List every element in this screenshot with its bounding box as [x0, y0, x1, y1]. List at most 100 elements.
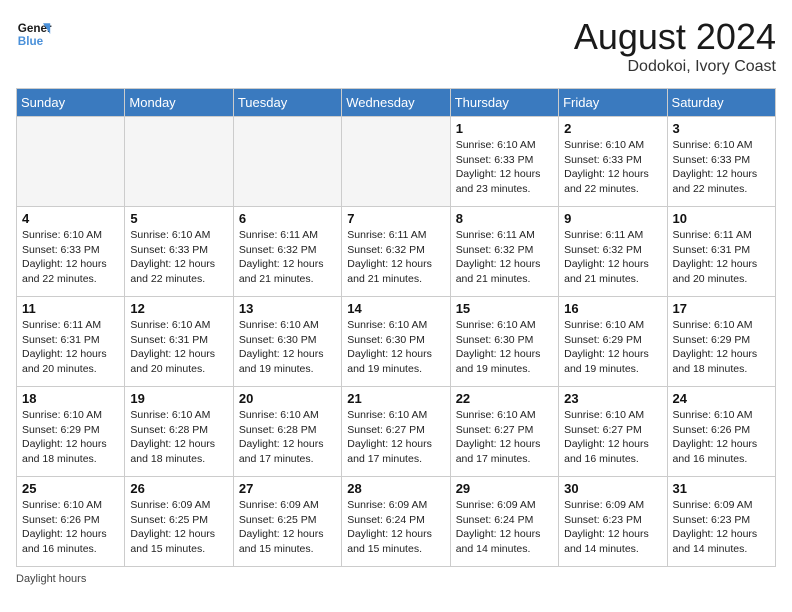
- calendar-cell: 19 Sunrise: 6:10 AMSunset: 6:28 PMDayligh…: [125, 387, 233, 477]
- calendar-cell: [17, 117, 125, 207]
- day-info: Sunrise: 6:09 AMSunset: 6:25 PMDaylight:…: [130, 498, 227, 557]
- calendar-cell: 26 Sunrise: 6:09 AMSunset: 6:25 PMDayligh…: [125, 477, 233, 567]
- calendar-week-1: 1 Sunrise: 6:10 AMSunset: 6:33 PMDaylight…: [17, 117, 776, 207]
- day-number: 22: [456, 391, 553, 406]
- day-info: Sunrise: 6:10 AMSunset: 6:30 PMDaylight:…: [347, 318, 444, 377]
- day-info: Sunrise: 6:10 AMSunset: 6:33 PMDaylight:…: [564, 138, 661, 197]
- calendar-cell: 11 Sunrise: 6:11 AMSunset: 6:31 PMDayligh…: [17, 297, 125, 387]
- calendar-table: SundayMondayTuesdayWednesdayThursdayFrid…: [16, 88, 776, 567]
- day-info: Sunrise: 6:09 AMSunset: 6:24 PMDaylight:…: [347, 498, 444, 557]
- day-number: 8: [456, 211, 553, 226]
- day-info: Sunrise: 6:10 AMSunset: 6:28 PMDaylight:…: [239, 408, 336, 467]
- calendar-header-monday: Monday: [125, 89, 233, 117]
- calendar-cell: 28 Sunrise: 6:09 AMSunset: 6:24 PMDayligh…: [342, 477, 450, 567]
- day-number: 25: [22, 481, 119, 496]
- calendar-cell: 15 Sunrise: 6:10 AMSunset: 6:30 PMDayligh…: [450, 297, 558, 387]
- day-number: 2: [564, 121, 661, 136]
- calendar-cell: 20 Sunrise: 6:10 AMSunset: 6:28 PMDayligh…: [233, 387, 341, 477]
- calendar-cell: 22 Sunrise: 6:10 AMSunset: 6:27 PMDayligh…: [450, 387, 558, 477]
- day-info: Sunrise: 6:10 AMSunset: 6:33 PMDaylight:…: [456, 138, 553, 197]
- day-number: 30: [564, 481, 661, 496]
- day-info: Sunrise: 6:10 AMSunset: 6:30 PMDaylight:…: [239, 318, 336, 377]
- calendar-week-2: 4 Sunrise: 6:10 AMSunset: 6:33 PMDaylight…: [17, 207, 776, 297]
- day-number: 20: [239, 391, 336, 406]
- calendar-cell: 4 Sunrise: 6:10 AMSunset: 6:33 PMDaylight…: [17, 207, 125, 297]
- day-number: 16: [564, 301, 661, 316]
- calendar-cell: 12Sunrise: 6:10 AMSunset: 6:31 PMDayligh…: [125, 297, 233, 387]
- day-number: 12: [130, 301, 227, 316]
- day-info: Sunrise: 6:10 AMSunset: 6:30 PMDaylight:…: [456, 318, 553, 377]
- calendar-cell: 7 Sunrise: 6:11 AMSunset: 6:32 PMDaylight…: [342, 207, 450, 297]
- calendar-cell: 5 Sunrise: 6:10 AMSunset: 6:33 PMDaylight…: [125, 207, 233, 297]
- day-info: Sunrise: 6:11 AMSunset: 6:32 PMDaylight:…: [239, 228, 336, 287]
- day-number: 28: [347, 481, 444, 496]
- calendar-cell: 27Sunrise: 6:09 AMSunset: 6:25 PMDayligh…: [233, 477, 341, 567]
- day-number: 1: [456, 121, 553, 136]
- day-number: 19: [130, 391, 227, 406]
- calendar-cell: 29Sunrise: 6:09 AMSunset: 6:24 PMDayligh…: [450, 477, 558, 567]
- day-info: Sunrise: 6:09 AMSunset: 6:23 PMDaylight:…: [564, 498, 661, 557]
- footer-note: Daylight hours: [16, 573, 776, 585]
- calendar-cell: 13Sunrise: 6:10 AMSunset: 6:30 PMDayligh…: [233, 297, 341, 387]
- calendar-cell: 23Sunrise: 6:10 AMSunset: 6:27 PMDayligh…: [559, 387, 667, 477]
- calendar-cell: 31Sunrise: 6:09 AMSunset: 6:23 PMDayligh…: [667, 477, 775, 567]
- day-info: Sunrise: 6:11 AMSunset: 6:32 PMDaylight:…: [456, 228, 553, 287]
- day-info: Sunrise: 6:10 AMSunset: 6:29 PMDaylight:…: [673, 318, 770, 377]
- calendar-cell: 6 Sunrise: 6:11 AMSunset: 6:32 PMDaylight…: [233, 207, 341, 297]
- day-number: 3: [673, 121, 770, 136]
- day-number: 24: [673, 391, 770, 406]
- calendar-header-wednesday: Wednesday: [342, 89, 450, 117]
- calendar-cell: 8 Sunrise: 6:11 AMSunset: 6:32 PMDaylight…: [450, 207, 558, 297]
- location: Dodokoi, Ivory Coast: [574, 58, 776, 76]
- logo-icon: General Blue: [16, 16, 52, 52]
- calendar-cell: 3 Sunrise: 6:10 AMSunset: 6:33 PMDaylight…: [667, 117, 775, 207]
- day-info: Sunrise: 6:10 AMSunset: 6:27 PMDaylight:…: [347, 408, 444, 467]
- title-block: August 2024 Dodokoi, Ivory Coast: [574, 16, 776, 76]
- day-number: 18: [22, 391, 119, 406]
- month-title: August 2024: [574, 16, 776, 58]
- day-number: 15: [456, 301, 553, 316]
- calendar-cell: 30 Sunrise: 6:09 AMSunset: 6:23 PMDayligh…: [559, 477, 667, 567]
- day-info: Sunrise: 6:10 AMSunset: 6:29 PMDaylight:…: [22, 408, 119, 467]
- day-number: 31: [673, 481, 770, 496]
- day-number: 5: [130, 211, 227, 226]
- calendar-cell: 18 Sunrise: 6:10 AMSunset: 6:29 PMDayligh…: [17, 387, 125, 477]
- day-info: Sunrise: 6:10 AMSunset: 6:33 PMDaylight:…: [22, 228, 119, 287]
- day-info: Sunrise: 6:11 AMSunset: 6:32 PMDaylight:…: [564, 228, 661, 287]
- calendar-cell: 1 Sunrise: 6:10 AMSunset: 6:33 PMDaylight…: [450, 117, 558, 207]
- calendar-header-row: SundayMondayTuesdayWednesdayThursdayFrid…: [17, 89, 776, 117]
- page-header: General Blue August 2024 Dodokoi, Ivory …: [16, 16, 776, 76]
- svg-text:Blue: Blue: [18, 35, 44, 48]
- day-number: 10: [673, 211, 770, 226]
- day-number: 26: [130, 481, 227, 496]
- day-number: 4: [22, 211, 119, 226]
- calendar-cell: [233, 117, 341, 207]
- day-info: Sunrise: 6:10 AMSunset: 6:33 PMDaylight:…: [673, 138, 770, 197]
- calendar-header-thursday: Thursday: [450, 89, 558, 117]
- day-info: Sunrise: 6:11 AMSunset: 6:31 PMDaylight:…: [22, 318, 119, 377]
- calendar-cell: 24 Sunrise: 6:10 AMSunset: 6:26 PMDayligh…: [667, 387, 775, 477]
- day-info: Sunrise: 6:10 AMSunset: 6:26 PMDaylight:…: [22, 498, 119, 557]
- day-info: Sunrise: 6:10 AMSunset: 6:33 PMDaylight:…: [130, 228, 227, 287]
- calendar-cell: 10 Sunrise: 6:11 AMSunset: 6:31 PMDayligh…: [667, 207, 775, 297]
- day-number: 21: [347, 391, 444, 406]
- calendar-cell: 14Sunrise: 6:10 AMSunset: 6:30 PMDayligh…: [342, 297, 450, 387]
- daylight-label: Daylight hours: [16, 573, 86, 585]
- day-info: Sunrise: 6:10 AMSunset: 6:27 PMDaylight:…: [456, 408, 553, 467]
- day-number: 11: [22, 301, 119, 316]
- day-number: 7: [347, 211, 444, 226]
- calendar-cell: 16Sunrise: 6:10 AMSunset: 6:29 PMDayligh…: [559, 297, 667, 387]
- day-info: Sunrise: 6:11 AMSunset: 6:32 PMDaylight:…: [347, 228, 444, 287]
- calendar-header-saturday: Saturday: [667, 89, 775, 117]
- day-info: Sunrise: 6:10 AMSunset: 6:28 PMDaylight:…: [130, 408, 227, 467]
- calendar-cell: 17Sunrise: 6:10 AMSunset: 6:29 PMDayligh…: [667, 297, 775, 387]
- calendar-header-sunday: Sunday: [17, 89, 125, 117]
- day-info: Sunrise: 6:10 AMSunset: 6:26 PMDaylight:…: [673, 408, 770, 467]
- calendar-week-5: 25 Sunrise: 6:10 AMSunset: 6:26 PMDayligh…: [17, 477, 776, 567]
- day-info: Sunrise: 6:11 AMSunset: 6:31 PMDaylight:…: [673, 228, 770, 287]
- calendar-cell: 21 Sunrise: 6:10 AMSunset: 6:27 PMDayligh…: [342, 387, 450, 477]
- calendar-week-4: 18 Sunrise: 6:10 AMSunset: 6:29 PMDayligh…: [17, 387, 776, 477]
- calendar-cell: [125, 117, 233, 207]
- calendar-cell: 9Sunrise: 6:11 AMSunset: 6:32 PMDaylight…: [559, 207, 667, 297]
- day-number: 6: [239, 211, 336, 226]
